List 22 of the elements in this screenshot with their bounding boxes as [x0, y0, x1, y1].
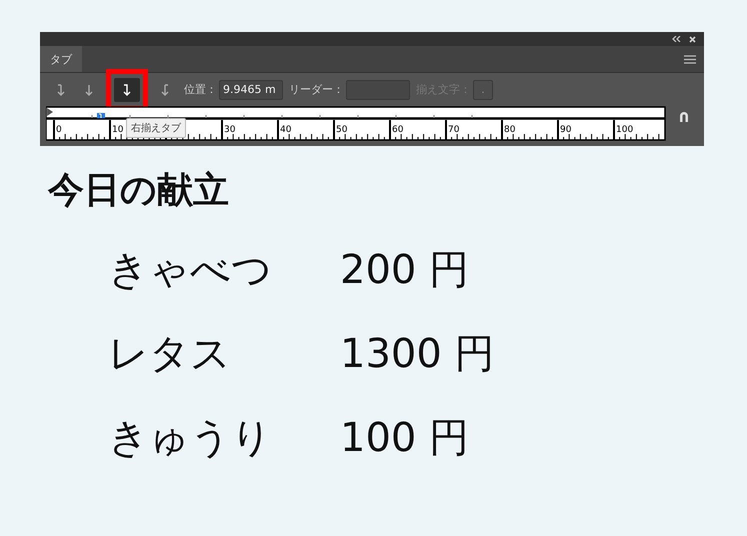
tooltip: 右揃えタブ: [126, 118, 186, 138]
ruler-label: 40: [280, 125, 292, 135]
leader-label: リーダー：: [289, 82, 344, 97]
ruler-label: 10: [112, 125, 124, 135]
item-name: きゃべつ: [108, 246, 273, 294]
item-price: 200 円: [340, 246, 470, 294]
ruler-label: 0: [56, 125, 62, 135]
item-price: 1300 円: [340, 330, 495, 378]
item-name: レタス: [108, 330, 232, 378]
position-label: 位置：: [184, 82, 217, 97]
ruler-label: 80: [504, 125, 516, 135]
ruler-label: 90: [560, 125, 572, 135]
item-name: きゅうり: [108, 414, 273, 462]
position-field[interactable]: 9.9465 m: [219, 80, 283, 100]
ruler-label: 30: [224, 125, 236, 135]
heading: 今日の献立: [48, 169, 230, 213]
panel-tab[interactable]: タブ: [40, 46, 82, 72]
ruler-label: 50: [336, 125, 348, 135]
ruler-label: 70: [448, 125, 460, 135]
item-price: 100 円: [340, 414, 470, 462]
ruler-label: 100: [616, 125, 634, 135]
ruler-label: 60: [392, 125, 404, 135]
